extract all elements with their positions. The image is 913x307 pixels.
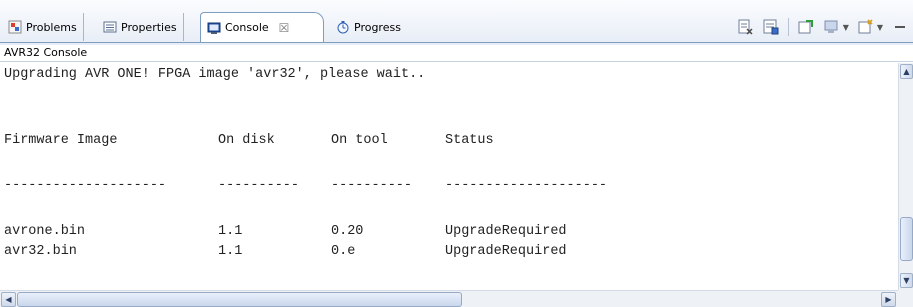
problems-icon (8, 20, 22, 34)
table-cell-status: UpgradeRequired (445, 244, 567, 259)
toolbar-separator (787, 18, 789, 36)
separator-line: ---------- (218, 178, 300, 193)
table-cell-on-disk: 1.1 (218, 244, 243, 259)
scroll-left-button[interactable]: ◀ (1, 292, 16, 307)
properties-icon (103, 20, 117, 34)
column-header-firmware-image: Firmware Image (4, 133, 118, 148)
tab-label: Problems (26, 20, 77, 34)
minimize-icon[interactable] (891, 18, 909, 36)
scroll-lock-icon[interactable] (762, 18, 780, 36)
separator-line: ---------- (331, 178, 413, 193)
table-cell-on-tool: 0.e (331, 244, 356, 259)
table-cell-on-disk: 1.1 (218, 224, 243, 239)
chevron-up-icon: ▲ (903, 67, 910, 76)
display-console-icon[interactable] (823, 18, 841, 36)
chevron-left-icon: ◀ (5, 295, 12, 304)
tab-label: Progress (354, 20, 401, 34)
separator-line: -------------------- (4, 178, 167, 193)
chevron-right-icon: ▶ (885, 295, 892, 304)
separator-line: -------------------- (445, 178, 608, 193)
scroll-right-button[interactable]: ▶ (881, 292, 896, 307)
tab-label: Console (225, 21, 269, 34)
tab-progress[interactable]: Progress (330, 13, 407, 41)
vertical-scrollbar[interactable]: ▲ ▼ (898, 63, 913, 290)
console-icon (207, 21, 221, 35)
chevron-down-icon: ▼ (903, 276, 910, 285)
view-tab-bar: Problems Properties Console ☒ Progress ▼… (0, 0, 913, 45)
tab-label: Properties (121, 20, 177, 34)
tab-properties[interactable]: Properties (97, 13, 184, 41)
progress-icon (336, 20, 350, 34)
tab-problems[interactable]: Problems (2, 13, 84, 41)
horizontal-scroll-thumb[interactable] (17, 292, 462, 307)
vertical-scroll-thumb[interactable] (900, 217, 913, 261)
table-cell-status: UpgradeRequired (445, 224, 567, 239)
scroll-down-button[interactable]: ▼ (900, 273, 913, 288)
open-console-icon[interactable] (857, 18, 875, 36)
column-header-on-tool: On tool (331, 133, 388, 148)
scrollbar-corner (898, 290, 913, 307)
table-cell-on-tool: 0.20 (331, 224, 364, 239)
column-header-status: Status (445, 133, 494, 148)
close-icon[interactable]: ☒ (279, 21, 290, 35)
chevron-down-icon[interactable]: ▼ (843, 23, 849, 32)
console-name-label: AVR32 Console (0, 45, 913, 62)
horizontal-scrollbar[interactable]: ◀ ▶ (0, 290, 898, 307)
table-cell-image: avrone.bin (4, 224, 86, 239)
clear-console-icon[interactable] (736, 18, 754, 36)
scroll-up-button[interactable]: ▲ (900, 64, 913, 79)
console-toolbar: ▼ ▼ (736, 16, 913, 38)
pin-console-icon[interactable] (797, 18, 815, 36)
chevron-down-icon[interactable]: ▼ (877, 23, 883, 32)
console-message: Upgrading AVR ONE! FPGA image 'avr32', p… (4, 67, 426, 82)
tab-underline (0, 42, 913, 43)
table-cell-image: avr32.bin (4, 244, 77, 259)
column-header-on-disk: On disk (218, 133, 275, 148)
console-output[interactable]: Upgrading AVR ONE! FPGA image 'avr32', p… (0, 63, 898, 290)
tab-console[interactable]: Console ☒ (200, 12, 324, 42)
